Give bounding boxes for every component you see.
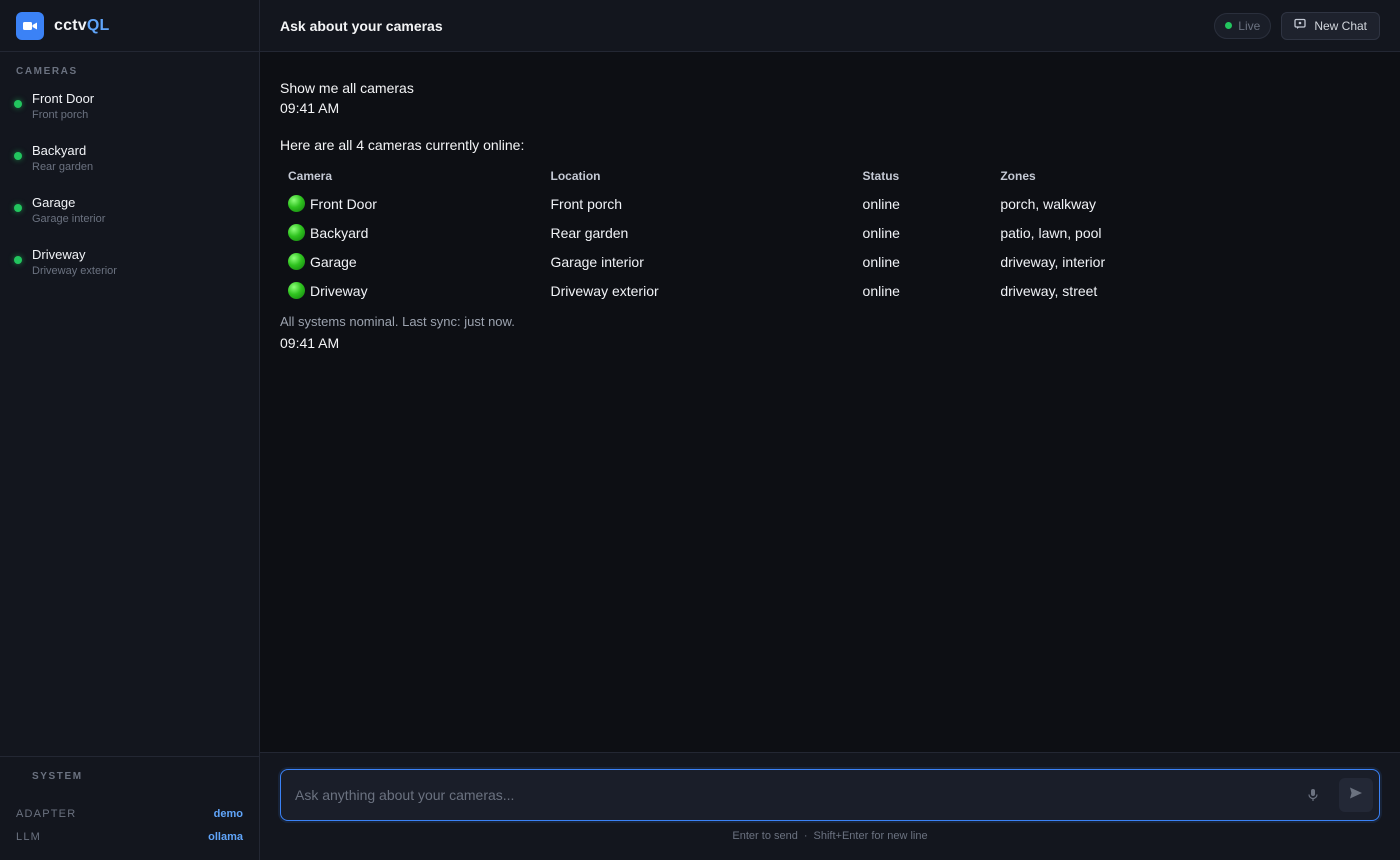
user-message: Show me all cameras — [280, 80, 414, 96]
status-dot-icon — [14, 204, 22, 212]
status-cell: online — [862, 253, 900, 270]
system-key: LLM — [16, 830, 41, 843]
camera-cell: Front Door — [280, 189, 543, 218]
green-circle-icon — [288, 253, 305, 270]
brand-name: cctvQL — [54, 17, 109, 35]
topbar: Ask about your cameras Live New Chat — [260, 0, 1400, 52]
live-label: Live — [1238, 18, 1261, 33]
column-header-camera: Camera — [288, 169, 333, 183]
zones-cell: patio, lawn, pool — [1000, 224, 1102, 241]
system-panel: SYSTEM ADAPTER demo LLM ollama — [0, 756, 259, 860]
user-message-time: 09:41 AM — [280, 100, 340, 116]
hint-newline: Shift+Enter for new line — [813, 830, 928, 842]
status-dot-icon — [14, 152, 22, 160]
camera-cell-name: Backyard — [310, 225, 369, 241]
assistant-summary: All systems nominal. Last sync: just now… — [280, 314, 515, 329]
camera-cell: Backyard — [280, 218, 543, 247]
topbar-actions: Live New Chat — [1214, 11, 1380, 40]
zones-cell: driveway, interior — [1000, 253, 1106, 270]
cameras-table: Camera Location Status Zones Front Door … — [280, 165, 1180, 305]
composer-area: Enter to send · Shift+Enter for new line — [260, 752, 1400, 860]
assistant-message: Here are all 4 cameras currently online:… — [280, 135, 1380, 351]
sidebar-item-garage[interactable]: Garage Garage interior — [0, 189, 259, 241]
composer — [280, 769, 1380, 821]
table-row: Driveway Driveway exterior online drivew… — [280, 276, 1180, 305]
system-key: ADAPTER — [16, 807, 77, 820]
hint-separator: · — [803, 830, 808, 842]
status-cell: online — [862, 195, 900, 212]
camera-cell-name: Driveway — [310, 283, 368, 299]
sidebar-item-driveway[interactable]: Driveway Driveway exterior — [0, 241, 259, 293]
brand[interactable]: cctvQL — [0, 0, 259, 52]
send-button[interactable] — [1339, 778, 1373, 812]
table-header-row: Camera Location Status Zones — [280, 165, 1180, 189]
zones-cell: porch, walkway — [1000, 195, 1097, 212]
sidebar-item-backyard[interactable]: Backyard Rear garden — [0, 137, 259, 189]
camera-cell: Garage — [280, 247, 543, 276]
camera-cell-name: Front Door — [310, 196, 377, 212]
column-header-location: Location — [550, 169, 601, 183]
assistant-message-time: 09:41 AM — [280, 335, 340, 351]
video-camera-icon — [16, 11, 44, 40]
page-title: Ask about your cameras — [280, 17, 443, 34]
assistant-intro: Here are all 4 cameras currently online: — [280, 137, 525, 153]
green-circle-icon — [288, 224, 305, 241]
camera-location: Rear garden — [32, 161, 94, 173]
composer-hint: Enter to send · Shift+Enter for new line — [280, 830, 1380, 842]
status-dot-icon — [14, 100, 22, 108]
camera-name: Backyard — [32, 143, 87, 158]
camera-list: Front Door Front porch Backyard Rear gar… — [0, 85, 259, 293]
table-row: Garage Garage interior online driveway, … — [280, 247, 1180, 276]
brand-name-accent: QL — [86, 16, 110, 34]
camera-text: Garage Garage interior — [32, 195, 105, 225]
table-row: Front Door Front porch online porch, wal… — [280, 189, 1180, 218]
system-value: ollama — [208, 830, 243, 843]
status-dot-icon — [14, 256, 22, 264]
location-cell: Rear garden — [550, 224, 629, 241]
app-root: cctvQL CAMERAS Front Door Front porch Ba… — [0, 0, 1400, 860]
live-status-badge: Live — [1214, 12, 1272, 39]
new-chat-button[interactable]: New Chat — [1281, 11, 1380, 40]
camera-location: Driveway exterior — [32, 265, 117, 277]
main-panel: Ask about your cameras Live New Chat Sho… — [260, 0, 1400, 860]
system-row-llm: LLM ollama — [16, 825, 243, 848]
camera-location: Front porch — [32, 109, 89, 121]
green-circle-icon — [288, 282, 305, 299]
location-cell: Garage interior — [550, 253, 644, 270]
sidebar-item-front-door[interactable]: Front Door Front porch — [0, 85, 259, 137]
chat-thread: Show me all cameras 09:41 AM Here are al… — [260, 52, 1400, 752]
camera-location: Garage interior — [32, 213, 106, 225]
green-circle-icon — [288, 195, 305, 212]
new-chat-label: New Chat — [1314, 18, 1367, 33]
camera-name: Front Door — [32, 91, 95, 106]
live-dot-icon — [1225, 22, 1233, 29]
column-header-status: Status — [862, 169, 900, 183]
camera-cell-name: Garage — [310, 254, 357, 270]
send-icon — [1349, 786, 1363, 805]
cameras-section-label: CAMERAS — [16, 66, 78, 77]
chat-icon — [1294, 18, 1306, 33]
system-section-label: SYSTEM — [32, 771, 83, 782]
camera-text: Driveway Driveway exterior — [32, 247, 117, 277]
camera-text: Backyard Rear garden — [32, 143, 93, 173]
table-row: Backyard Rear garden online patio, lawn,… — [280, 218, 1180, 247]
brand-name-main: cctv — [54, 16, 87, 34]
chat-input[interactable] — [295, 787, 1299, 803]
location-cell: Driveway exterior — [550, 282, 659, 299]
microphone-icon[interactable] — [1299, 781, 1327, 809]
hint-send: Enter to send — [732, 830, 798, 842]
column-header-zones: Zones — [1000, 169, 1036, 183]
location-cell: Front porch — [550, 195, 623, 212]
status-cell: online — [862, 282, 900, 299]
system-value: demo — [213, 807, 243, 820]
system-row-adapter: ADAPTER demo — [16, 802, 243, 825]
camera-cell: Driveway — [280, 276, 543, 305]
status-cell: online — [862, 224, 900, 241]
camera-text: Front Door Front porch — [32, 91, 94, 121]
camera-name: Garage — [32, 195, 76, 210]
zones-cell: driveway, street — [1000, 282, 1098, 299]
sidebar: cctvQL CAMERAS Front Door Front porch Ba… — [0, 0, 260, 860]
camera-name: Driveway — [32, 247, 86, 262]
